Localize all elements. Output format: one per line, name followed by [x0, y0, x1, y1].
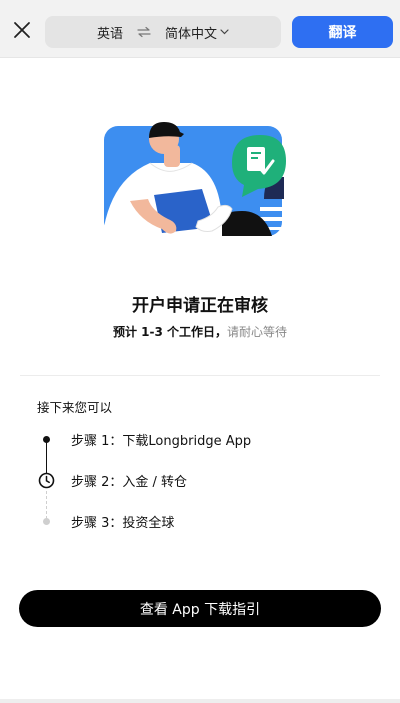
target-language-dropdown[interactable]: 简体中文	[165, 23, 229, 42]
application-status-page: 开户申请正在审核 预计 1-3 个工作日，请耐心等待 接下来您可以 步骤 1：下…	[0, 59, 400, 699]
translate-button[interactable]: 翻译	[292, 16, 393, 48]
close-icon	[14, 22, 30, 38]
close-button[interactable]	[8, 16, 36, 44]
step-pending-dot	[43, 517, 50, 525]
review-wait-note: 请耐心等待	[227, 325, 288, 339]
step-label: 步骤 1：下载Longbridge App	[71, 433, 252, 449]
app-download-guide-button[interactable]: 查看 App 下载指引	[19, 590, 381, 627]
step-label: 步骤 2：入金 / 转仓	[71, 474, 188, 490]
clock-icon	[38, 472, 55, 488]
step-item-deposit: 步骤 2：入金 / 转仓	[35, 469, 187, 491]
target-language: 简体中文	[165, 26, 218, 42]
swap-languages-button[interactable]	[137, 26, 151, 38]
review-duration: 预计 1-3 个工作日，	[112, 325, 228, 339]
step-done-dot	[43, 435, 50, 443]
swap-icon	[137, 26, 151, 38]
divider	[20, 375, 380, 376]
review-subtitle: 预计 1-3 个工作日，请耐心等待	[0, 323, 400, 340]
step-label: 步骤 3：投资全球	[71, 515, 175, 531]
step-item-download: 步骤 1：下载Longbridge App	[35, 428, 251, 450]
page-title: 开户申请正在审核	[132, 296, 268, 316]
source-language[interactable]: 英语	[97, 23, 123, 42]
language-selector: 英语 简体中文	[45, 16, 281, 48]
step-item-invest: 步骤 3：投资全球	[35, 510, 174, 532]
translate-toolbar: 英语 简体中文 翻译	[0, 0, 400, 58]
review-illustration	[104, 122, 286, 241]
chevron-down-icon	[220, 29, 229, 35]
bottom-edge	[0, 699, 400, 703]
steps-list: 步骤 1：下载Longbridge App 步骤 2：入金 / 转仓 步骤 3：…	[35, 425, 375, 535]
next-steps-heading: 接下来您可以	[37, 400, 113, 415]
